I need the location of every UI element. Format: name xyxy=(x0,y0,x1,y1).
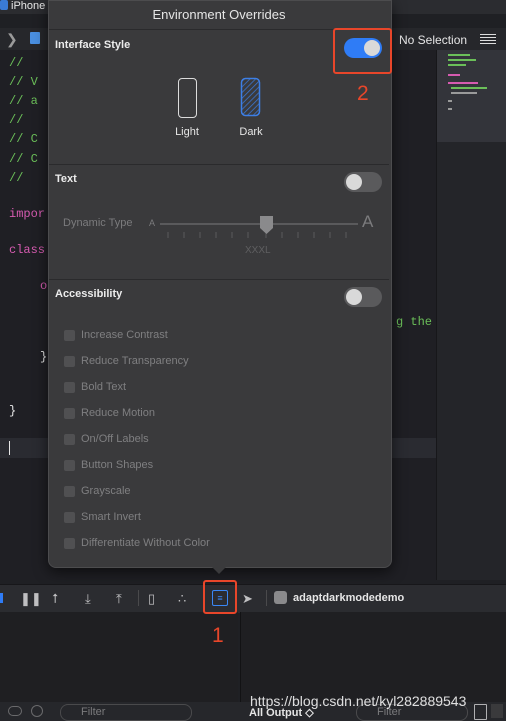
popover-title: Environment Overrides xyxy=(152,7,286,22)
smart-invert-label: Smart Invert xyxy=(81,511,141,523)
divider xyxy=(49,279,389,280)
location-icon[interactable]: ➤ xyxy=(242,591,253,607)
eye-icon[interactable] xyxy=(8,706,22,716)
code-line: // C xyxy=(9,152,38,166)
button-shapes-checkbox[interactable] xyxy=(64,460,75,471)
light-option-label: Light xyxy=(175,126,199,138)
split-view-icon[interactable] xyxy=(491,704,503,718)
swift-file-icon xyxy=(30,32,40,44)
reduce-transparency-checkbox[interactable] xyxy=(64,356,75,367)
dynamic-type-label: Dynamic Type xyxy=(63,217,133,229)
info-icon[interactable] xyxy=(31,705,43,717)
divider xyxy=(138,590,139,606)
divider xyxy=(266,590,267,606)
accessibility-title: Accessibility xyxy=(55,288,123,300)
dark-mode-option[interactable] xyxy=(240,77,261,117)
grayscale-label: Grayscale xyxy=(81,485,131,497)
button-shapes-label: Button Shapes xyxy=(81,459,154,471)
annotation-box-2 xyxy=(333,28,392,74)
debug-bar xyxy=(0,584,506,613)
annotation-number-1: 1 xyxy=(212,624,224,647)
reduce-motion-label: Reduce Motion xyxy=(81,407,155,419)
grayscale-checkbox[interactable] xyxy=(64,486,75,497)
iphone-icon xyxy=(0,0,8,10)
code-line: g the xyxy=(396,315,433,329)
increase-contrast-checkbox[interactable] xyxy=(64,330,75,341)
code-line: class xyxy=(9,243,46,257)
step-out-icon[interactable]: ⤒ xyxy=(116,591,122,607)
editor-options-icon[interactable] xyxy=(480,34,496,46)
dynamic-type-value: XXXL xyxy=(245,245,271,256)
chevron-right-icon[interactable]: ❯ xyxy=(6,31,18,48)
dark-option-label: Dark xyxy=(239,126,263,138)
annotation-box-1 xyxy=(203,580,237,614)
smart-invert-checkbox[interactable] xyxy=(64,512,75,523)
code-line: o xyxy=(40,279,48,293)
text-cursor xyxy=(9,441,10,455)
step-into-icon[interactable]: ⤓ xyxy=(85,591,91,607)
step-over-icon[interactable]: ⭡ xyxy=(52,591,58,607)
large-text-glyph: A xyxy=(362,212,374,231)
code-line: // a xyxy=(9,94,38,108)
differentiate-without-color-checkbox[interactable] xyxy=(64,538,75,549)
code-line: } xyxy=(40,350,48,364)
accessibility-toggle[interactable] xyxy=(344,287,382,307)
text-toggle[interactable] xyxy=(344,172,382,192)
variables-filter-input[interactable]: Filter xyxy=(60,704,192,721)
code-line: // V xyxy=(9,75,38,89)
divider xyxy=(49,164,389,165)
code-line: // xyxy=(9,56,24,70)
device-tab[interactable]: iPhone xyxy=(0,0,45,12)
breakpoint-indicator xyxy=(0,593,3,603)
annotation-number-2: 2 xyxy=(357,82,369,105)
code-line: impor xyxy=(9,207,46,221)
dynamic-type-slider[interactable] xyxy=(160,214,360,240)
reduce-transparency-label: Reduce Transparency xyxy=(81,355,189,367)
light-mode-option[interactable] xyxy=(178,78,197,118)
on-off-labels-checkbox[interactable] xyxy=(64,434,75,445)
app-icon xyxy=(274,591,287,604)
view-hierarchy-icon[interactable]: ▯ xyxy=(148,591,155,607)
minimap-code-preview xyxy=(448,54,487,110)
text-section-title: Text xyxy=(55,173,77,185)
on-off-labels-label: On/Off Labels xyxy=(81,433,149,445)
jump-bar-selection[interactable]: No Selection xyxy=(399,33,467,47)
reduce-motion-checkbox[interactable] xyxy=(64,408,75,419)
code-line: // C xyxy=(9,132,38,146)
code-line: // xyxy=(9,113,24,127)
popover-arrow xyxy=(210,565,228,574)
watermark: https://blog.csdn.net/kyl282889543 xyxy=(250,693,467,709)
bold-text-label: Bold Text xyxy=(81,381,127,393)
code-line: // xyxy=(9,171,24,185)
debug-target-label[interactable]: adaptdarkmodedemo xyxy=(293,592,404,604)
trash-icon[interactable] xyxy=(474,704,487,720)
environment-overrides-popover xyxy=(48,0,392,568)
memory-graph-icon[interactable]: ∴ xyxy=(178,591,186,607)
interface-style-title: Interface Style xyxy=(55,39,131,51)
increase-contrast-label: Increase Contrast xyxy=(81,329,168,341)
pause-icon[interactable]: ❚❚ xyxy=(20,591,42,607)
differentiate-without-color-label: Differentiate Without Color xyxy=(81,537,210,549)
code-line: } xyxy=(9,404,17,418)
bold-text-checkbox[interactable] xyxy=(64,382,75,393)
small-text-glyph: A xyxy=(149,218,156,228)
